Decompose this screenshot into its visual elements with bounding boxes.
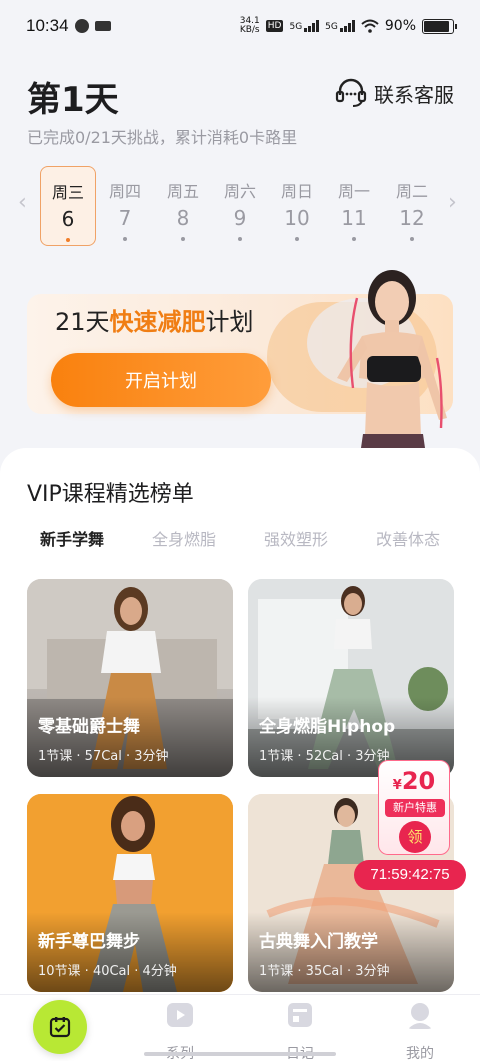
status-time: 10:34 [26, 16, 69, 35]
battery-fill [424, 20, 450, 32]
hd-badge: HD [265, 20, 284, 32]
card-overlay [27, 697, 233, 777]
course-meta: 1节课 · 52Cal · 3分钟 [259, 749, 390, 764]
coupon-amount: 20 [401, 767, 436, 795]
coupon-price: ¥20 [379, 767, 449, 795]
weekday-label: 周日 [280, 182, 313, 201]
nav-profile[interactable]: 我的 [380, 1001, 460, 1061]
course-meta: 1节课 · 57Cal · 3分钟 [38, 749, 169, 764]
net-speed: 34.1 KB/s [240, 17, 260, 35]
network-type-1: 5G [289, 22, 303, 32]
signal-icon [339, 20, 355, 32]
signal-icon [304, 20, 320, 32]
day-item[interactable]: 周五 8 [155, 166, 211, 246]
status-bar: 10:34 34.1 KB/s HD 5G 5G 90% [0, 0, 480, 52]
start-plan-button[interactable]: 开启计划 [51, 353, 271, 407]
tab-body-shaping[interactable]: 强效塑形 [264, 526, 328, 550]
weekday-label: 周二 [395, 182, 428, 201]
contact-service-button[interactable]: 联系客服 [334, 78, 454, 108]
day-item[interactable]: 周二 12 [384, 166, 440, 246]
app-notification-icon [94, 21, 111, 31]
date-label: 8 [176, 206, 190, 230]
banner-title-pre: 21天 [55, 308, 110, 336]
week-strip: ‹ 周三 6 周四 7 周五 8 周六 9 周日 10 周一 11 周二 12 … [0, 162, 480, 250]
day-item[interactable]: 周四 7 [97, 166, 153, 246]
battery-icon [422, 18, 457, 34]
signal-5g-1: 5G [289, 20, 320, 32]
new-user-coupon[interactable]: ¥20 新户特惠 领 [378, 760, 450, 855]
fitness-model-image [337, 270, 447, 448]
promo-countdown: 71:59:42:75 [354, 860, 466, 890]
banner-title-post: 计划 [205, 308, 254, 336]
contact-label: 联系客服 [374, 82, 454, 107]
weekday-label: 周五 [166, 182, 199, 201]
day-item[interactable]: 周日 10 [269, 166, 325, 246]
date-label: 6 [61, 207, 75, 231]
day-dot [123, 237, 127, 241]
day-dot [66, 238, 70, 242]
weekday-label: 周六 [223, 182, 256, 201]
course-meta: 1节课 · 35Cal · 3分钟 [259, 964, 390, 979]
date-label: 11 [341, 206, 367, 230]
day-dot [295, 237, 299, 241]
card-overlay [248, 912, 454, 992]
course-meta: 10节课 · 40Cal · 4分钟 [38, 964, 177, 979]
day-dot [238, 237, 242, 241]
weekday-label: 周三 [51, 183, 84, 202]
profile-icon [408, 1003, 432, 1029]
date-label: 12 [399, 206, 425, 230]
chevron-right-icon[interactable]: › [448, 190, 457, 215]
network-type-2: 5G [325, 22, 338, 32]
wifi-icon [361, 19, 379, 33]
nav-checkin-button[interactable] [33, 1000, 87, 1054]
course-title: 新手尊巴舞步 [38, 932, 140, 952]
banner-title-highlight: 快速减肥 [109, 308, 206, 336]
play-icon [167, 1003, 193, 1027]
battery-percent: 90% [384, 18, 416, 34]
checklist-icon [49, 1017, 71, 1038]
date-label: 10 [284, 206, 310, 230]
tab-posture[interactable]: 改善体态 [376, 526, 440, 550]
nav-label: 我的 [406, 1046, 434, 1061]
day-item[interactable]: 周一 11 [326, 166, 382, 246]
day-dot [352, 237, 356, 241]
course-title: 古典舞入门教学 [259, 932, 378, 952]
course-title: 零基础爵士舞 [38, 717, 140, 737]
diary-icon [288, 1003, 312, 1027]
plan-banner[interactable]: 21天快速减肥计划 开启计划 [27, 258, 453, 448]
tab-beginner-dance[interactable]: 新手学舞 [40, 526, 104, 550]
day-dot [181, 237, 185, 241]
net-speed-unit: KB/s [239, 25, 260, 35]
banner-title: 21天快速减肥计划 [55, 302, 254, 337]
date-label: 9 [233, 206, 247, 230]
page-title: 第1天 [27, 80, 119, 120]
tab-fat-burn[interactable]: 全身燃脂 [152, 526, 216, 550]
day-item[interactable]: 周六 9 [212, 166, 268, 246]
course-title: 全身燃脂Hiphop [259, 717, 396, 737]
progress-subtitle: 已完成0/21天挑战，累计消耗0卡路里 [27, 128, 298, 147]
date-label: 7 [118, 206, 132, 230]
course-card[interactable]: 新手尊巴舞步 10节课 · 40Cal · 4分钟 [27, 794, 233, 992]
claim-coupon-button[interactable]: 领 [399, 821, 431, 853]
course-card[interactable]: 零基础爵士舞 1节课 · 57Cal · 3分钟 [27, 579, 233, 777]
home-indicator [144, 1052, 336, 1056]
card-overlay [27, 912, 233, 992]
day-dot [410, 237, 414, 241]
course-card[interactable]: 全身燃脂Hiphop 1节课 · 52Cal · 3分钟 [248, 579, 454, 777]
chevron-left-icon[interactable]: ‹ [18, 190, 27, 215]
signal-5g-2: 5G [325, 20, 355, 32]
headset-icon [335, 78, 367, 107]
category-tabs: 新手学舞 全身燃脂 强效塑形 改善体态 [0, 526, 480, 556]
section-title: VIP课程精选榜单 [27, 482, 194, 507]
weekday-label: 周四 [108, 182, 141, 201]
day-item[interactable]: 周三 6 [40, 166, 96, 246]
coupon-tag: 新户特惠 [385, 799, 445, 817]
weekday-label: 周一 [337, 182, 370, 201]
flame-icon [74, 19, 89, 33]
coupon-currency: ¥ [392, 778, 402, 793]
